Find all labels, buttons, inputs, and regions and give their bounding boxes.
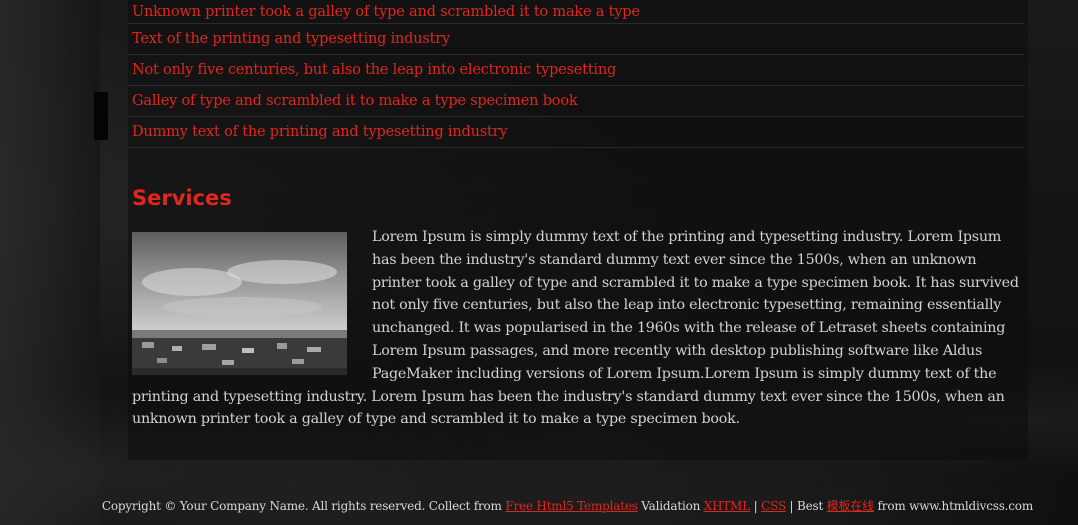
services-photo bbox=[132, 232, 347, 375]
link-item-3[interactable]: Not only five centuries, but also the le… bbox=[132, 62, 616, 78]
footer-templates-link[interactable]: Free Html5 Templates bbox=[505, 499, 638, 513]
link-item-1[interactable]: Unknown printer took a galley of type an… bbox=[132, 4, 640, 20]
link-item-4[interactable]: Galley of type and scrambled it to make … bbox=[132, 93, 578, 109]
footer-copyright: Copyright © Your Company Name. All right… bbox=[101, 499, 506, 513]
footer: Copyright © Your Company Name. All right… bbox=[0, 497, 1078, 514]
footer-cn-link[interactable]: 模板在线 bbox=[827, 499, 874, 513]
page: Unknown printer took a galley of type an… bbox=[0, 0, 1078, 525]
link-list: Unknown printer took a galley of type an… bbox=[128, 0, 1024, 148]
list-item: Galley of type and scrambled it to make … bbox=[128, 86, 1024, 117]
background-lighthouse-window bbox=[94, 92, 108, 140]
footer-css-link[interactable]: CSS bbox=[761, 499, 786, 513]
list-item: Text of the printing and typesetting ind… bbox=[128, 24, 1024, 55]
footer-from-text: from www.htmldivcss.com bbox=[873, 499, 1034, 513]
link-item-2[interactable]: Text of the printing and typesetting ind… bbox=[132, 31, 450, 47]
link-item-5[interactable]: Dummy text of the printing and typesetti… bbox=[132, 124, 508, 140]
main-content: Unknown printer took a galley of type an… bbox=[128, 0, 1028, 460]
services-section: Lorem Ipsum is simply dummy text of the … bbox=[132, 226, 1022, 431]
footer-best-text: | Best bbox=[785, 499, 827, 513]
footer-xhtml-link[interactable]: XHTML bbox=[704, 499, 750, 513]
list-item: Dummy text of the printing and typesetti… bbox=[128, 117, 1024, 148]
list-item: Not only five centuries, but also the le… bbox=[128, 55, 1024, 86]
footer-separator: | bbox=[750, 499, 762, 513]
footer-validation-text: Validation bbox=[637, 499, 704, 513]
list-item: Unknown printer took a galley of type an… bbox=[128, 0, 1024, 24]
services-heading: Services bbox=[132, 186, 232, 210]
coastal-town-image bbox=[132, 232, 347, 375]
